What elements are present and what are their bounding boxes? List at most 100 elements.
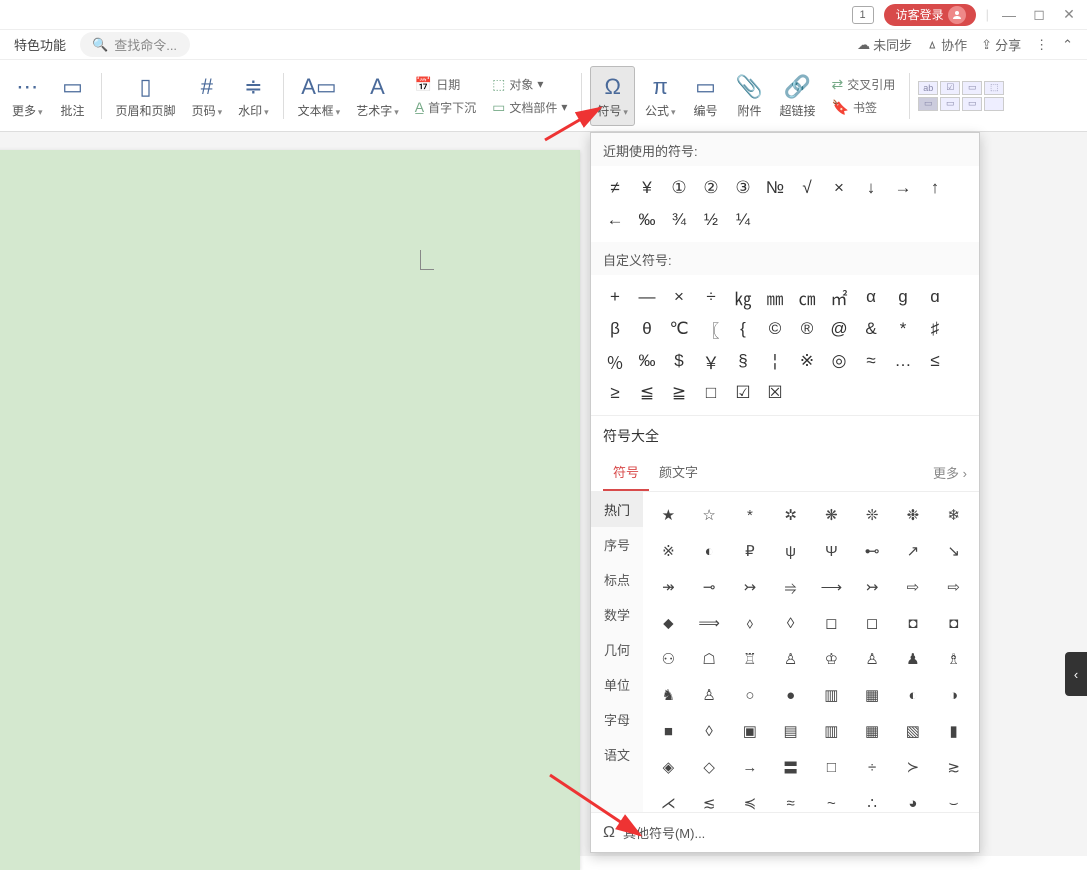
custom-symbol[interactable]: — xyxy=(631,281,663,313)
feature-tab[interactable]: 特色功能 xyxy=(14,35,66,54)
custom-symbol[interactable]: ㎡ xyxy=(823,281,855,313)
custom-symbol[interactable]: … xyxy=(887,345,919,377)
command-search[interactable]: 🔍 查找命令... xyxy=(80,32,190,57)
more-menu[interactable]: ⋮ xyxy=(1035,37,1048,53)
symbol-item[interactable]: ↠ xyxy=(649,570,688,604)
symbol-item[interactable]: ◑ xyxy=(934,678,973,712)
category-item[interactable]: 字母 xyxy=(591,702,643,737)
symbol-item[interactable]: ⟶ xyxy=(812,570,851,604)
custom-symbol[interactable]: ♯ xyxy=(919,313,951,345)
symbol-item[interactable]: ⬨ xyxy=(731,606,770,640)
symbol-item[interactable]: ▣ xyxy=(731,714,770,748)
custom-symbol[interactable]: ≥ xyxy=(599,377,631,409)
tab-emoji[interactable]: 颜文字 xyxy=(649,454,708,491)
symbol-item[interactable]: ▥ xyxy=(812,714,851,748)
category-item[interactable]: 单位 xyxy=(591,667,643,702)
unsync-button[interactable]: ☁未同步 xyxy=(857,35,912,54)
recent-symbol[interactable]: ↑ xyxy=(919,172,951,204)
crossref-button[interactable]: ⇄交叉引用 xyxy=(828,74,900,95)
custom-symbol[interactable]: 〖 xyxy=(695,313,727,345)
symbol-item[interactable]: ◘ xyxy=(934,606,973,640)
symbol-item[interactable]: ♞ xyxy=(649,678,688,712)
custom-symbol[interactable]: @ xyxy=(823,313,855,345)
symbol-item[interactable]: ♖ xyxy=(731,642,770,676)
field-controls[interactable]: ab☑▭⬚ ▭▭▭ xyxy=(918,81,1004,111)
login-button[interactable]: 访客登录 xyxy=(884,4,976,26)
symbol-item[interactable]: ~ xyxy=(812,786,851,812)
symbol-item[interactable]: ≼ xyxy=(731,786,770,812)
recent-symbol[interactable]: √ xyxy=(791,172,823,204)
symbol-item[interactable]: ▦ xyxy=(853,678,892,712)
custom-symbol[interactable]: & xyxy=(855,313,887,345)
symbol-item[interactable]: * xyxy=(731,498,770,532)
symbol-item[interactable]: ☖ xyxy=(690,642,729,676)
symbol-item[interactable]: ≲ xyxy=(690,786,729,812)
symbol-item[interactable]: ψ xyxy=(771,534,810,568)
symbol-item[interactable]: ◈ xyxy=(649,750,688,784)
formula-button[interactable]: π公式 xyxy=(639,66,682,126)
symbol-item[interactable]: ◻ xyxy=(853,606,892,640)
custom-symbol[interactable]: × xyxy=(663,281,695,313)
attachment-button[interactable]: 📎附件 xyxy=(729,66,769,126)
header-footer-button[interactable]: ▯页眉和页脚 xyxy=(110,66,182,126)
more-link[interactable]: 更多 › xyxy=(933,463,967,482)
symbol-item[interactable]: ◐ xyxy=(690,534,729,568)
custom-symbol[interactable]: ‰ xyxy=(631,345,663,377)
symbol-item[interactable]: ◐ xyxy=(894,678,933,712)
recent-symbol[interactable]: ¼ xyxy=(727,204,759,236)
more-button[interactable]: ⋯更多 xyxy=(6,66,49,126)
symbol-item[interactable]: ∴ xyxy=(853,786,892,812)
symbol-item[interactable]: ≳ xyxy=(934,750,973,784)
symbol-item[interactable]: ♔ xyxy=(812,642,851,676)
symbol-item[interactable]: ⚇ xyxy=(649,642,688,676)
collab-button[interactable]: ㅿ协作 xyxy=(926,35,967,54)
symbol-item[interactable]: ⬥ xyxy=(649,606,688,640)
custom-symbol[interactable]: ÷ xyxy=(695,281,727,313)
tab-count[interactable]: 1 xyxy=(852,6,874,24)
custom-symbol[interactable]: □ xyxy=(695,377,727,409)
numbering-button[interactable]: ▭编号 xyxy=(685,66,725,126)
recent-symbol[interactable]: ① xyxy=(663,172,695,204)
symbol-item[interactable]: ⌣ xyxy=(934,786,973,812)
custom-symbol[interactable]: * xyxy=(887,313,919,345)
custom-symbol[interactable]: α xyxy=(855,281,887,313)
hyperlink-button[interactable]: 🔗超链接 xyxy=(773,66,821,126)
custom-symbol[interactable]: ※ xyxy=(791,345,823,377)
custom-symbol[interactable]: + xyxy=(599,281,631,313)
recent-symbol[interactable]: ↓ xyxy=(855,172,887,204)
custom-symbol[interactable]: ◎ xyxy=(823,345,855,377)
custom-symbol[interactable]: ㎏ xyxy=(727,281,759,313)
symbol-item[interactable]: ■ xyxy=(649,714,688,748)
symbol-item[interactable]: ÷ xyxy=(853,750,892,784)
symbol-item[interactable]: Ψ xyxy=(812,534,851,568)
recent-symbol[interactable]: ‰ xyxy=(631,204,663,236)
symbol-item[interactable]: 〓 xyxy=(771,750,810,784)
symbol-item[interactable]: ↣ xyxy=(731,570,770,604)
category-item[interactable]: 热门 xyxy=(591,492,643,527)
bookmark-button[interactable]: 🔖书签 xyxy=(828,97,900,118)
symbol-item[interactable]: ◘ xyxy=(894,606,933,640)
side-panel-toggle[interactable]: ‹ xyxy=(1065,652,1087,696)
custom-symbol[interactable]: θ xyxy=(631,313,663,345)
symbol-item[interactable]: ⇨ xyxy=(934,570,973,604)
custom-symbol[interactable]: ¦ xyxy=(759,345,791,377)
symbol-item[interactable]: → xyxy=(731,750,770,784)
recent-symbol[interactable]: ② xyxy=(695,172,727,204)
date-button[interactable]: 📅日期 xyxy=(411,74,480,95)
custom-symbol[interactable]: { xyxy=(727,313,759,345)
symbol-item[interactable]: ❄ xyxy=(934,498,973,532)
symbol-item[interactable]: ♙ xyxy=(690,678,729,712)
symbol-item[interactable]: ● xyxy=(771,678,810,712)
custom-symbol[interactable]: § xyxy=(727,345,759,377)
recent-symbol[interactable]: ← xyxy=(599,204,631,236)
recent-symbol[interactable]: × xyxy=(823,172,855,204)
symbol-item[interactable]: ⊷ xyxy=(853,534,892,568)
custom-symbol[interactable]: © xyxy=(759,313,791,345)
maximize-button[interactable]: ◻ xyxy=(1029,6,1049,23)
custom-symbol[interactable]: ≧ xyxy=(663,377,695,409)
watermark-button[interactable]: ≑水印 xyxy=(232,66,275,126)
custom-symbol[interactable]: ㎜ xyxy=(759,281,791,313)
symbol-item[interactable]: ♙ xyxy=(853,642,892,676)
tab-symbol[interactable]: 符号 xyxy=(603,454,649,491)
symbol-item[interactable]: ※ xyxy=(649,534,688,568)
